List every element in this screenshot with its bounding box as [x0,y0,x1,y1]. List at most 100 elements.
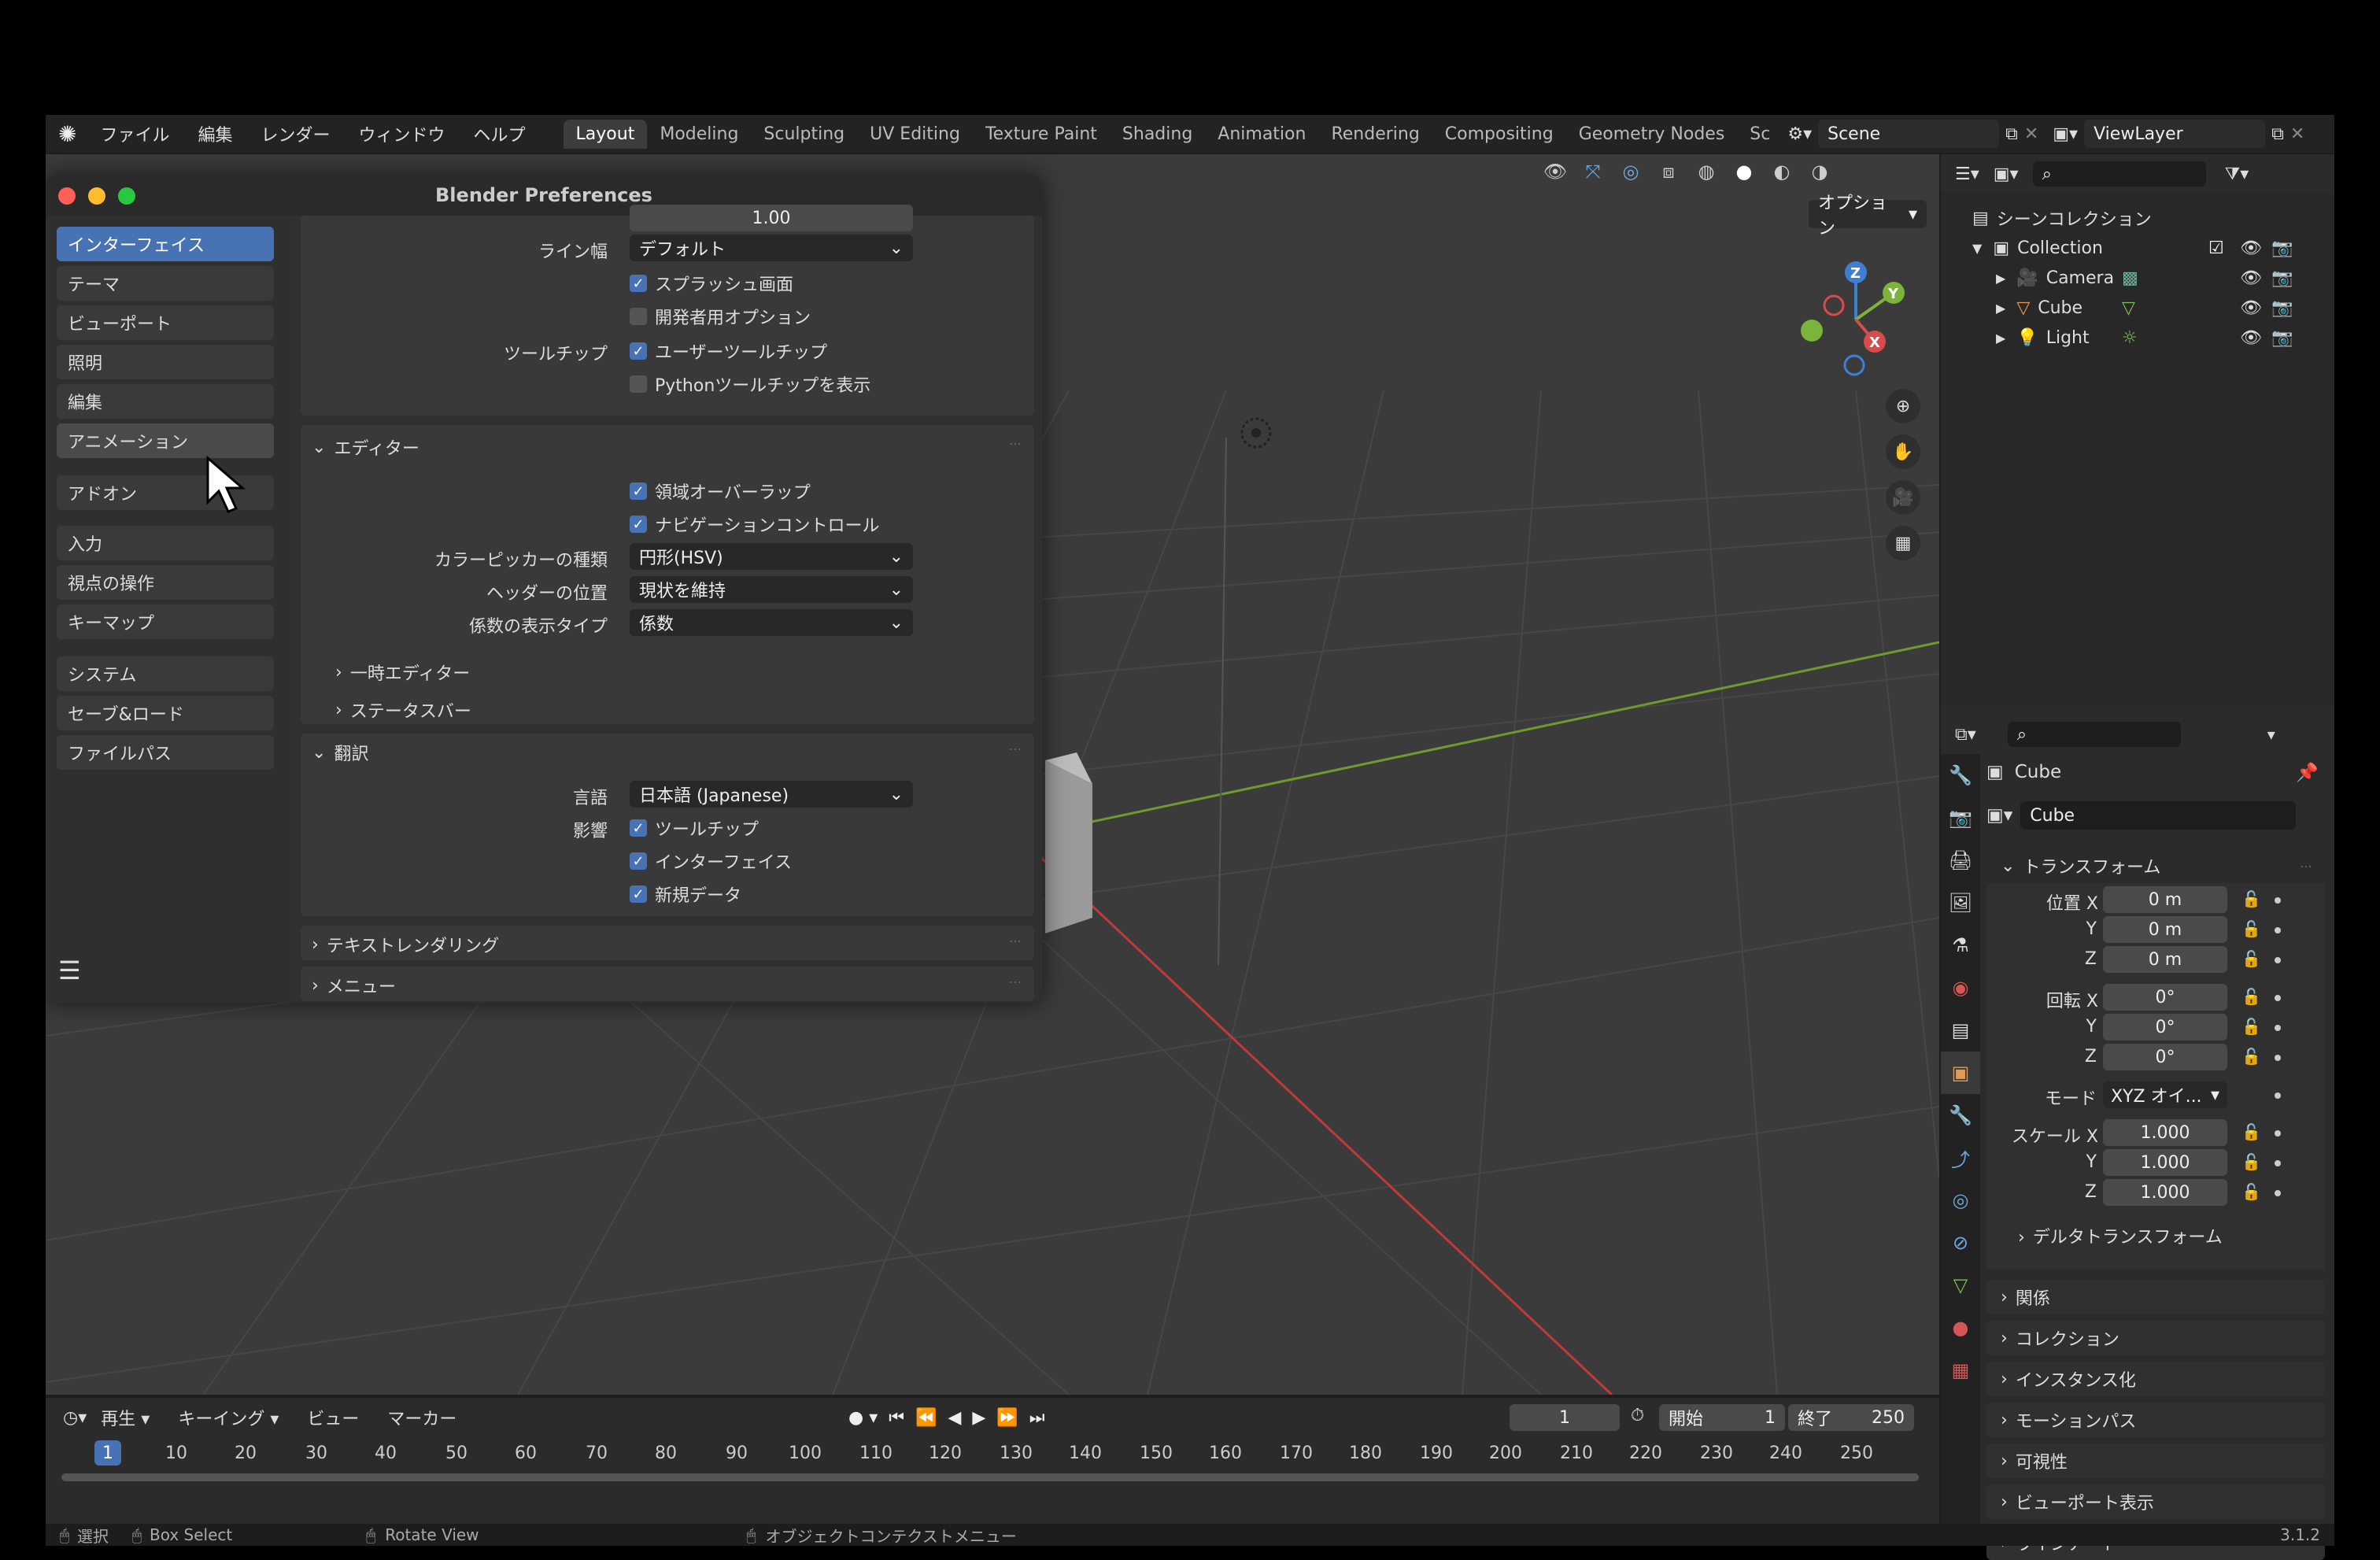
developer-options-checkbox[interactable]: 開発者用オプション [630,304,811,329]
scale-x-field[interactable]: 1.000 [2103,1119,2227,1146]
playhead[interactable]: 1 [94,1440,121,1466]
python-tooltips-checkbox[interactable]: Pythonツールチップを表示 [630,372,870,397]
prev-keyframe-icon[interactable]: ⏪ [915,1408,937,1428]
constraints-tab-icon[interactable]: ⊘ [1941,1222,1980,1264]
line-width-dropdown[interactable]: デフォルト ⌄ [630,235,913,261]
keyframe-dot[interactable] [2275,995,2281,1001]
zoom-icon[interactable]: ⊕ [1886,389,1920,423]
play-reverse-icon[interactable]: ◀ [948,1408,961,1428]
eye-icon[interactable]: 👁 [2240,268,2262,288]
close-viewlayer-icon[interactable]: ✕ [2290,124,2304,144]
navigation-gizmo[interactable]: Z Y X [1785,249,1927,390]
drag-grip-icon[interactable]: ⋯ [1009,933,1023,948]
new-viewlayer-icon[interactable]: ⧉ [2271,124,2284,144]
close-window-button[interactable] [58,187,76,205]
minimize-window-button[interactable] [88,187,105,205]
exclude-checkbox[interactable]: ☑ [2208,238,2224,258]
keyframe-dot[interactable] [2275,927,2281,933]
texture-tab-icon[interactable]: ▦ [1941,1349,1980,1392]
solid-shading-icon[interactable]: ● [1730,157,1758,186]
maximize-window-button[interactable] [118,187,135,205]
play-icon[interactable]: ▶ [972,1408,985,1428]
tool-tab-icon[interactable]: 🔧 [1941,754,1980,797]
drag-grip-icon[interactable]: ⋯ [1009,741,1023,756]
status-bar-subsection[interactable]: › ステータスバー [335,697,471,723]
lock-icon[interactable]: 🔓 [2241,987,2261,1006]
tab-geometry-nodes[interactable]: Geometry Nodes [1566,120,1738,149]
overlay-icon[interactable]: ◎ [1617,157,1645,186]
menu-help[interactable]: ヘルプ [460,121,540,146]
end-frame-field[interactable]: 終了 250 [1788,1404,1914,1431]
lock-icon[interactable]: 🔓 [2241,1182,2261,1201]
location-y-field[interactable]: 0 m [2103,916,2227,943]
jump-end-icon[interactable]: ⏭ [1029,1408,1045,1428]
camera-data-icon[interactable]: ▩ [2122,268,2138,288]
keyframe-dot[interactable] [2275,1190,2281,1196]
lock-icon[interactable]: 🔓 [2241,1017,2261,1036]
pin-icon[interactable]: 📌 [2296,762,2319,783]
rotation-mode-dropdown[interactable]: XYZ オイ... ▾ [2103,1081,2227,1108]
outliner-item-camera[interactable]: ▶ 🎥 Camera ▩ 👁 📷 [1972,263,2326,293]
close-scene-icon[interactable]: ✕ [2024,124,2038,144]
menus-panel[interactable]: › メニュー ⋯ [301,967,1034,1001]
tab-uv-editing[interactable]: UV Editing [857,120,973,149]
material-tab-icon[interactable]: ● [1941,1307,1980,1349]
tab-rendering[interactable]: Rendering [1318,120,1432,149]
visibility-icon[interactable]: 👁 [1541,157,1569,186]
panel-motion-paths[interactable]: › モーションパス [1986,1403,2325,1437]
marker-menu[interactable]: マーカー [373,1405,471,1430]
expand-arrow-icon[interactable]: ▼ [1972,241,1982,256]
keyframe-dot[interactable] [2275,1055,2281,1061]
expand-arrow-icon[interactable]: ▶ [1996,301,2005,316]
lock-icon[interactable]: 🔓 [2241,1047,2261,1066]
render-camera-icon[interactable]: 📷 [2271,298,2293,318]
tab-layout[interactable]: Layout [563,119,648,149]
viewlayer-field[interactable]: ViewLayer [2084,120,2266,148]
keyframe-dot[interactable] [2275,957,2281,963]
frame-ruler[interactable]: 1 10 20 30 40 50 60 70 80 90 100 110 120… [46,1437,1939,1469]
navigation-controls-checkbox[interactable]: ✓ ナビゲーションコントロール [630,512,880,537]
rotation-x-field[interactable]: 0° [2103,984,2227,1011]
filter-icon[interactable]: ⧩▾ [2225,165,2249,184]
properties-search-input[interactable]: ⌕ [2007,722,2181,747]
color-picker-dropdown[interactable]: 円形(HSV) ⌄ [630,543,913,570]
mesh-data-icon[interactable]: ▽ [2122,298,2135,318]
translation-section-header[interactable]: ⌄ 翻訳 [312,740,368,765]
display-mode-icon[interactable]: ▣▾ [1994,165,2019,184]
preview-range-icon[interactable]: ⏱ [1631,1406,1644,1425]
location-z-field[interactable]: 0 m [2103,946,2227,973]
editors-section-header[interactable]: ⌄ エディター [312,434,419,460]
gizmo-icon[interactable]: ⤧ [1579,157,1607,186]
lock-icon[interactable]: 🔓 [2241,949,2261,968]
drag-grip-icon[interactable]: ⋯ [1009,974,1023,989]
location-x-field[interactable]: 0 m [2103,886,2227,913]
outliner-search-input[interactable]: ⌕ [2032,161,2206,187]
menu-window[interactable]: ウィンドウ [345,121,460,146]
eye-icon[interactable]: 👁 [2240,328,2262,348]
new-scene-icon[interactable]: ⧉ [2005,124,2018,144]
lock-icon[interactable]: 🔓 [2241,889,2261,908]
outliner-item-light[interactable]: ▶ 💡 Light ☼ 👁 📷 [1972,323,2326,353]
camera-view-icon[interactable]: 🎥 [1886,480,1920,515]
rendered-shading-icon[interactable]: ◑ [1805,157,1834,186]
header-position-dropdown[interactable]: 現状を維持 ⌄ [630,576,913,603]
scene-tab-icon[interactable]: ⚗ [1941,924,1980,967]
perspective-grid-icon[interactable]: ▦ [1886,526,1920,560]
keyframe-dot[interactable] [2275,1130,2281,1137]
wireframe-shading-icon[interactable]: ◍ [1692,157,1720,186]
menu-render[interactable]: レンダー [247,121,345,146]
tab-modeling[interactable]: Modeling [647,120,751,149]
options-chevron-icon[interactable]: ▾ [2267,725,2275,744]
start-frame-field[interactable]: 開始 1 [1659,1404,1785,1431]
outliner-item-cube[interactable]: ▶ ▽ Cube ▽ 👁 📷 [1972,293,2326,323]
expand-arrow-icon[interactable]: ▶ [1996,271,2005,286]
playback-menu[interactable]: 再生 ▾ [87,1405,164,1430]
timeline-scrollbar[interactable] [61,1473,1919,1481]
keyframe-dot[interactable] [2275,897,2281,904]
drag-grip-icon[interactable]: ⋯ [1009,436,1023,451]
viewlayer-icon[interactable]: ▣▾ [2053,124,2078,144]
delta-transform-subpanel[interactable]: › デルタトランスフォーム [2018,1223,2223,1248]
text-rendering-panel[interactable]: › テキストレンダリング ⋯ [301,926,1034,960]
timeline-view-menu[interactable]: ビュー [293,1405,373,1430]
menu-file[interactable]: ファイル [86,121,183,146]
